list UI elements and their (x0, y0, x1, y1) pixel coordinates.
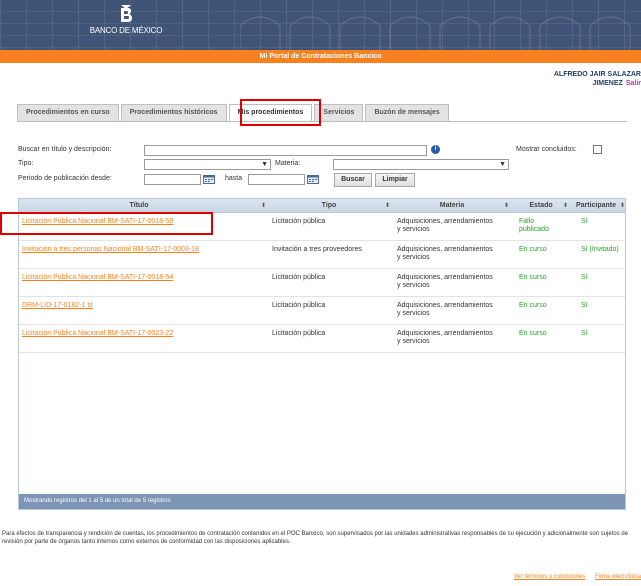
table-row[interactable]: Licitación Pública Nacional BM-SATI-17-0… (19, 270, 625, 297)
tab-bar: Procedimientos en curso Procedimientos h… (17, 104, 451, 122)
row-estado: En curso (519, 246, 547, 253)
banxico-logo[interactable]: BANCO DE MÉXICO (86, 4, 166, 48)
table-row[interactable]: Invitación a tres personas Nacional BM-S… (19, 242, 625, 269)
column-header-tipo[interactable]: Tipo (269, 199, 389, 213)
row-materia-line2: y servicios (397, 226, 430, 233)
tab-procedimientos-en-curso[interactable]: Procedimientos en curso (17, 104, 119, 121)
portal-title-bar: Mi Portal de Contrataciones Banxico (0, 50, 641, 63)
calendar-icon[interactable] (203, 174, 215, 184)
tab-procedimientos-historicos[interactable]: Procedimientos históricos (120, 104, 227, 121)
row-estado: Fallo publicado (519, 218, 549, 234)
row-estado: En curso (519, 330, 547, 337)
period-label: Periodo de publicación desde: (18, 175, 112, 182)
procedures-grid: Título ⬍ Tipo ⬍ Materia ⬍ Estado ⬍ Parti… (18, 198, 626, 510)
row-participante: Sí (581, 330, 588, 337)
row-materia-line1: Adquisiciones, arrendamientos (397, 330, 493, 337)
row-participante: Sí (581, 302, 588, 309)
show-completed-checkbox[interactable] (593, 145, 602, 154)
search-button[interactable]: Buscar (334, 173, 372, 187)
banxico-logo-icon (121, 5, 132, 22)
row-materia-line1: Adquisiciones, arrendamientos (397, 302, 493, 309)
show-completed-label: Mostrar concluidos: (516, 146, 577, 153)
date-from-input[interactable] (144, 174, 201, 185)
transparency-disclaimer: Para efectos de transparencia y rendició… (2, 531, 629, 545)
row-estado-line2: publicado (519, 226, 549, 233)
row-estado-line1: Fallo (519, 218, 535, 225)
chevron-down-icon: ▼ (261, 161, 268, 168)
row-materia: Adquisiciones, arrendamientos y servicios (397, 274, 493, 290)
row-materia: Adquisiciones, arrendamientos y servicios (397, 330, 493, 346)
row-materia-line2: y servicios (397, 282, 430, 289)
row-materia-line1: Adquisiciones, arrendamientos (397, 274, 493, 281)
sort-icon[interactable]: ⬍ (261, 199, 266, 213)
row-materia-line2: y servicios (397, 338, 430, 345)
row-titulo-link[interactable]: DRM-LID-17-0182-1 tit (22, 302, 93, 310)
user-info: ALFREDO JAIR SALAZAR JIMENEZ Salir (554, 70, 641, 88)
row-tipo: Invitación a tres proveedores (272, 246, 362, 253)
grid-header: Título ⬍ Tipo ⬍ Materia ⬍ Estado ⬍ Parti… (19, 199, 625, 213)
row-materia: Adquisiciones, arrendamientos y servicios (397, 302, 493, 318)
date-to-input[interactable] (248, 174, 305, 185)
user-name-line2: JIMENEZ (592, 80, 623, 87)
row-materia: Adquisiciones, arrendamientos y servicios (397, 246, 493, 262)
row-estado: En curso (519, 302, 547, 309)
chevron-down-icon: ▼ (499, 161, 506, 168)
column-header-participante[interactable]: Participante (571, 199, 621, 213)
row-titulo-link[interactable]: Invitación a tres personas Nacional BM-S… (22, 246, 199, 254)
to-label: hasta (225, 175, 243, 182)
row-materia-line2: y servicios (397, 254, 430, 261)
sort-icon[interactable]: ⬍ (504, 199, 509, 213)
column-header-materia[interactable]: Materia (395, 199, 509, 213)
table-row[interactable]: Licitación Pública Nacional BM-SATI-17-0… (19, 326, 625, 353)
grid-footer-count: Mostrando registros del 1 al 5 de un tot… (19, 494, 625, 509)
electronic-signature-link[interactable]: Firma electrónica (595, 574, 641, 580)
row-materia-line2: y servicios (397, 310, 430, 317)
building-arches-decoration (240, 16, 631, 50)
header-banner: BANCO DE MÉXICO (0, 0, 641, 50)
row-materia: Adquisiciones, arrendamientos y servicios (397, 218, 493, 234)
terms-link[interactable]: Ver términos y condiciones (514, 574, 586, 580)
info-icon[interactable]: i (431, 145, 440, 154)
table-row[interactable]: DRM-LID-17-0182-1 tit Licitación pública… (19, 298, 625, 325)
materia-label: Materia: (275, 160, 301, 167)
sort-icon[interactable]: ⬍ (620, 199, 625, 213)
tipo-label: Tipo: (18, 160, 34, 167)
search-title-label: Buscar en título y descripción: (18, 146, 112, 153)
row-participante: Sí (581, 274, 588, 281)
logout-link[interactable]: Salir (626, 80, 641, 87)
footer-links: Ver términos y condiciones Firma electró… (506, 574, 641, 580)
row-tipo: Licitación pública (272, 302, 326, 309)
row-estado: En curso (519, 274, 547, 281)
row-tipo: Licitación pública (272, 330, 326, 337)
row-titulo-link[interactable]: Licitación Pública Nacional BM-SATI-17-0… (22, 274, 173, 282)
highlight-box-row (0, 212, 213, 235)
calendar-icon[interactable] (307, 174, 319, 184)
tab-buzon-de-mensajes[interactable]: Buzón de mensajes (365, 104, 449, 121)
sort-icon[interactable]: ⬍ (385, 199, 390, 213)
highlight-box-tab (240, 99, 321, 126)
column-header-titulo[interactable]: Título (19, 199, 259, 213)
user-name-line1: ALFREDO JAIR SALAZAR (553, 71, 641, 78)
tab-divider (17, 121, 627, 122)
logo-text: BANCO DE MÉXICO (89, 26, 163, 35)
row-participante: Sí (581, 218, 588, 225)
column-header-estado[interactable]: Estado (513, 199, 569, 213)
sort-icon[interactable]: ⬍ (563, 199, 568, 213)
search-title-input[interactable] (144, 145, 427, 156)
row-materia-line1: Adquisiciones, arrendamientos (397, 218, 493, 225)
row-participante: Sí (Invitado) (581, 246, 619, 253)
clear-button[interactable]: Limpiar (375, 173, 415, 187)
row-tipo: Licitación pública (272, 274, 326, 281)
row-tipo: Licitación pública (272, 218, 326, 225)
materia-select[interactable]: ▼ (333, 159, 509, 170)
tipo-select[interactable]: ▼ (144, 159, 271, 170)
tab-servicios[interactable]: Servicios (314, 104, 364, 121)
row-materia-line1: Adquisiciones, arrendamientos (397, 246, 493, 253)
row-titulo-link[interactable]: Licitación Pública Nacional BM-SATI-17-0… (22, 330, 173, 338)
